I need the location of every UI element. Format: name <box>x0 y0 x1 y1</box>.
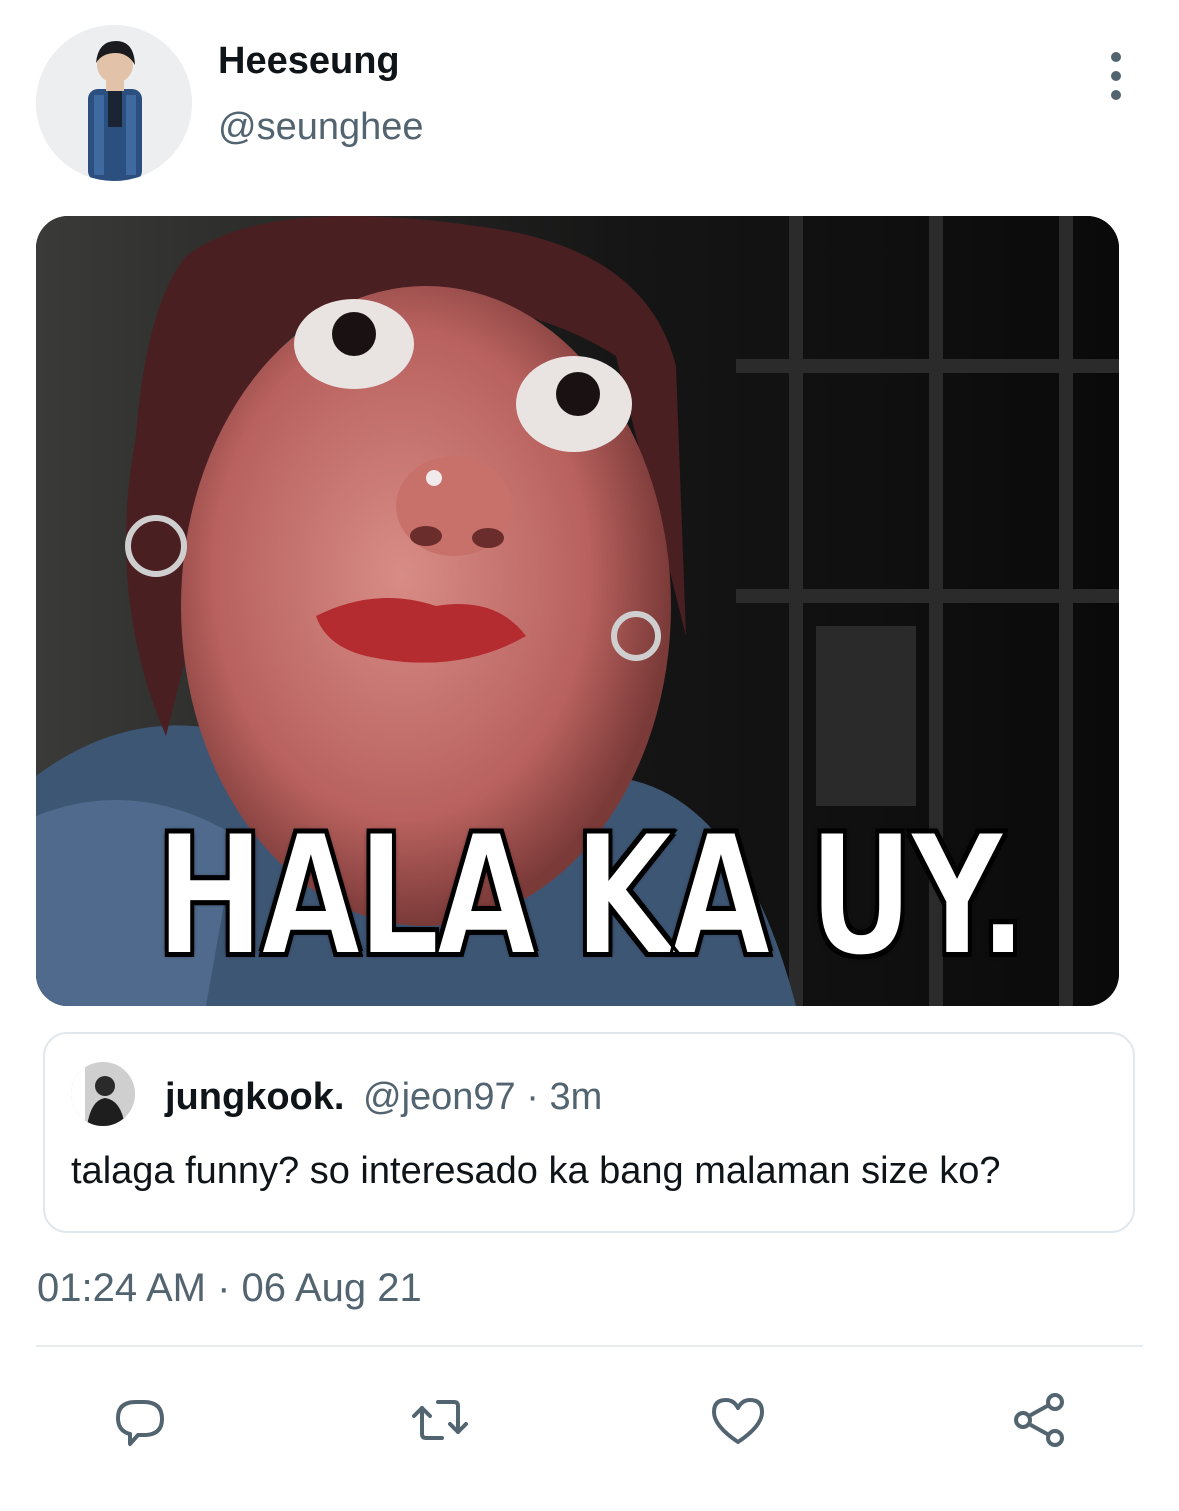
reply-icon <box>116 1400 164 1446</box>
meme-caption: HALA KA UY. <box>154 798 1030 994</box>
retweet-button[interactable] <box>404 1384 476 1456</box>
like-button[interactable] <box>702 1384 774 1456</box>
share-icon <box>1014 1393 1064 1447</box>
retweet-icon <box>412 1400 468 1440</box>
share-button[interactable] <box>1003 1384 1075 1456</box>
author-display-name[interactable]: Heeseung <box>218 40 400 83</box>
reply-button[interactable] <box>104 1384 176 1456</box>
quoted-author-handle-time: @jeon97 · 3m <box>363 1076 603 1118</box>
quoted-author-avatar[interactable] <box>71 1062 135 1126</box>
author-avatar[interactable] <box>36 25 192 181</box>
more-options-icon[interactable] <box>1096 52 1136 100</box>
quoted-tweet[interactable]: jungkook. @jeon97 · 3m talaga funny? so … <box>43 1032 1135 1233</box>
quoted-tweet-text: talaga funny? so interesado ka bang mala… <box>71 1150 1001 1192</box>
tweet-media-image[interactable]: HALA KA UY. <box>36 216 1119 1006</box>
tweet-timestamp[interactable]: 01:24 AM · 06 Aug 21 <box>37 1266 422 1311</box>
divider <box>36 1345 1143 1347</box>
quoted-author-name[interactable]: jungkook. <box>165 1076 344 1119</box>
author-handle[interactable]: @seunghee <box>218 106 424 149</box>
like-icon <box>712 1398 764 1444</box>
tweet: Heeseung @seunghee HALA KA UY. jungkook.… <box>0 0 1179 1511</box>
